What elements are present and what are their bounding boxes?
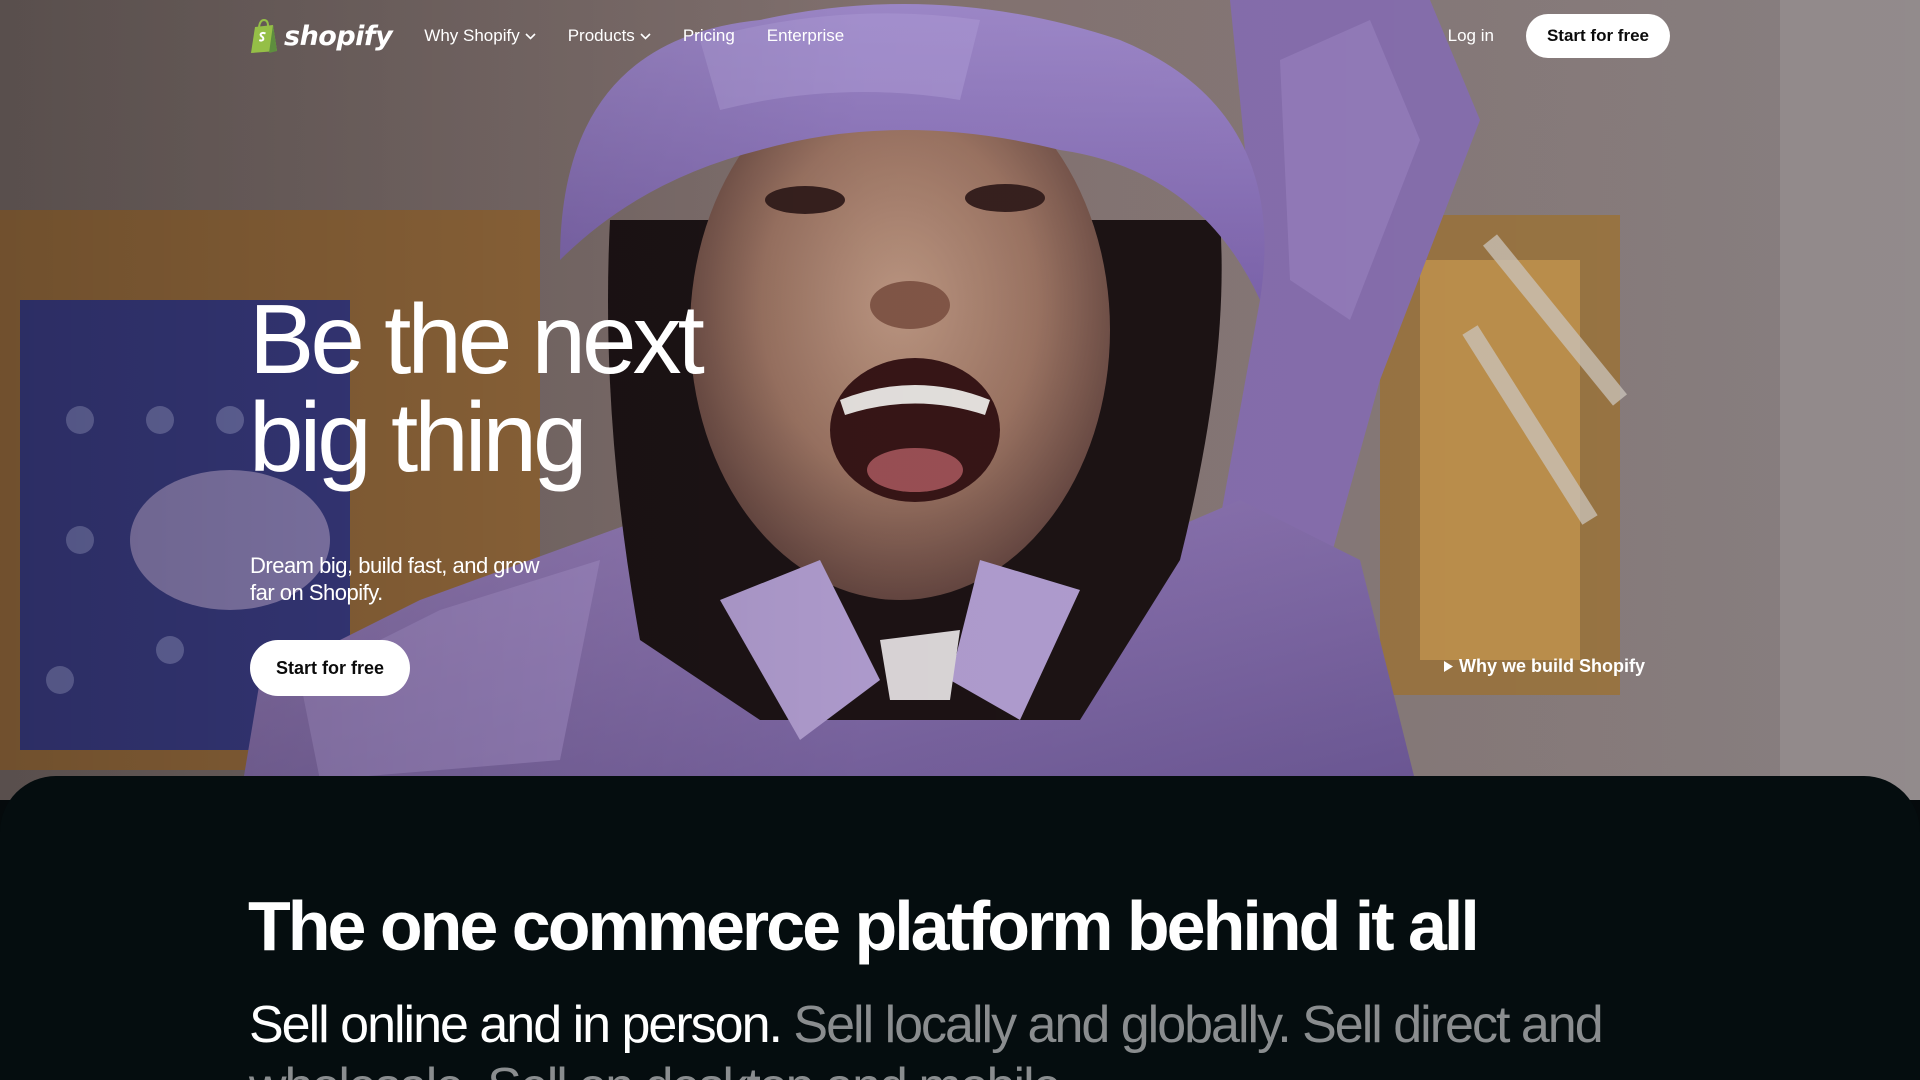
headline-line-2: big thing xyxy=(249,382,588,492)
hero-subheading: Dream big, build fast, and grow far on S… xyxy=(250,553,540,605)
platform-description: Sell online and in person. Sell locally … xyxy=(249,994,1689,1080)
login-link[interactable]: Log in xyxy=(1448,26,1494,46)
shopping-bag-icon xyxy=(251,18,277,53)
top-navigation: shopify Why Shopify Products Pricing Ent… xyxy=(0,0,1920,72)
logo-wordmark: shopify xyxy=(284,20,393,52)
why-we-build-shopify-link[interactable]: Why we build Shopify xyxy=(1444,656,1645,677)
hero-headline: Be the next big thing xyxy=(249,290,849,486)
video-link-label: Why we build Shopify xyxy=(1459,656,1645,676)
nav-item-pricing[interactable]: Pricing xyxy=(683,26,735,46)
platform-title: The one commerce platform behind it all xyxy=(248,887,1480,965)
nav-item-why-shopify[interactable]: Why Shopify xyxy=(424,26,536,46)
nav-item-products[interactable]: Products xyxy=(568,26,651,46)
chevron-down-icon xyxy=(525,32,536,40)
start-for-free-button[interactable]: Start for free xyxy=(1525,14,1670,58)
shopify-logo[interactable]: shopify xyxy=(250,18,393,54)
nav-item-enterprise[interactable]: Enterprise xyxy=(767,26,844,46)
hero-start-for-free-button[interactable]: Start for free xyxy=(250,640,411,696)
platform-line-strong: Sell online and in person. xyxy=(249,996,783,1054)
platform-section: The one commerce platform behind it all … xyxy=(0,776,1920,1080)
nav-item-label: Enterprise xyxy=(766,26,845,45)
play-icon xyxy=(1444,661,1453,672)
nav-item-label: Why Shopify xyxy=(424,26,520,45)
nav-item-label: Products xyxy=(567,26,635,45)
nav-item-label: Pricing xyxy=(682,26,735,45)
nav-links: Why Shopify Products Pricing Enterprise xyxy=(424,26,844,46)
headline-line-1: Be the next xyxy=(249,284,705,394)
platform-line-dim-1: Sell locally and globally. Sell direct a… xyxy=(793,996,1603,1054)
chevron-down-icon xyxy=(640,32,651,40)
platform-line-dim-2: wholesale. Sell on desktop and mobile. xyxy=(249,1056,1689,1080)
nav-actions: Log in Start for free xyxy=(1448,14,1670,58)
